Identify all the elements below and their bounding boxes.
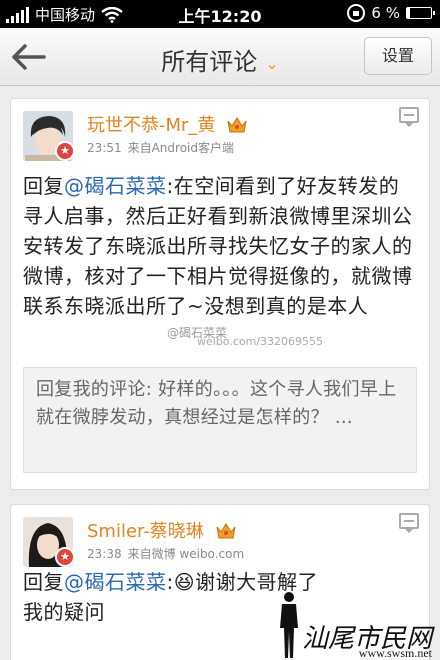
mention-link[interactable]: @碣石菜菜 bbox=[64, 174, 167, 198]
crown-icon bbox=[227, 117, 247, 133]
battery-icon bbox=[406, 7, 435, 19]
verified-badge-icon: ★ bbox=[55, 141, 75, 161]
comment-card[interactable]: ★ 玩世不恭-Mr_黄 23:51 来自Android客户端 回复@碣石菜菜:在空… bbox=[10, 98, 430, 490]
comment-time: 23:38 bbox=[87, 547, 122, 561]
comment-meta: 23:38 来自微博 weibo.com bbox=[87, 545, 244, 562]
comment-text: 回复@碣石菜菜:在空间看到了好友转发的寻人启事，然后正好看到新浪微博里深圳公安转… bbox=[23, 174, 413, 318]
verified-badge-icon: ★ bbox=[55, 547, 75, 567]
comment-text: 回复@碣石菜菜:😆谢谢大哥解了我的疑问 bbox=[23, 570, 319, 624]
orientation-lock-icon bbox=[347, 4, 366, 22]
comment-source: 来自Android客户端 bbox=[127, 141, 234, 155]
page-title: 所有评论 bbox=[161, 48, 258, 76]
quoted-comment[interactable]: 回复我的评论: 好样的。。。这个寻人我们早上就在微脖发动，真想经过是怎样的？ .… bbox=[23, 367, 417, 473]
comment-username[interactable]: 玩世不恭-Mr_黄 bbox=[87, 111, 247, 137]
crown-icon bbox=[216, 523, 236, 539]
reply-comment-icon[interactable] bbox=[399, 513, 419, 533]
site-watermark: 汕尾市民网 www.swsm.net bbox=[292, 588, 440, 660]
nav-bar: 所有评论 ⌄ 设置 bbox=[0, 28, 440, 86]
site-url: www.swsm.net bbox=[358, 646, 432, 660]
status-bar: 中国移动 上午12:20 6 % bbox=[0, 0, 440, 28]
chevron-down-icon: ⌄ bbox=[265, 53, 279, 73]
comment-time: 23:51 bbox=[87, 141, 122, 155]
mention-link[interactable]: @碣石菜菜 bbox=[64, 570, 167, 594]
image-watermark-url: weibo.com/332069555 bbox=[197, 335, 324, 348]
comment-source: 来自微博 weibo.com bbox=[127, 547, 245, 561]
reply-comment-icon[interactable] bbox=[399, 107, 419, 127]
settings-button[interactable]: 设置 bbox=[364, 37, 432, 75]
comment-username[interactable]: Smiler-蔡晓琳 bbox=[87, 517, 236, 543]
comment-meta: 23:51 来自Android客户端 bbox=[87, 139, 234, 156]
battery-percent: 6 % bbox=[371, 4, 400, 22]
